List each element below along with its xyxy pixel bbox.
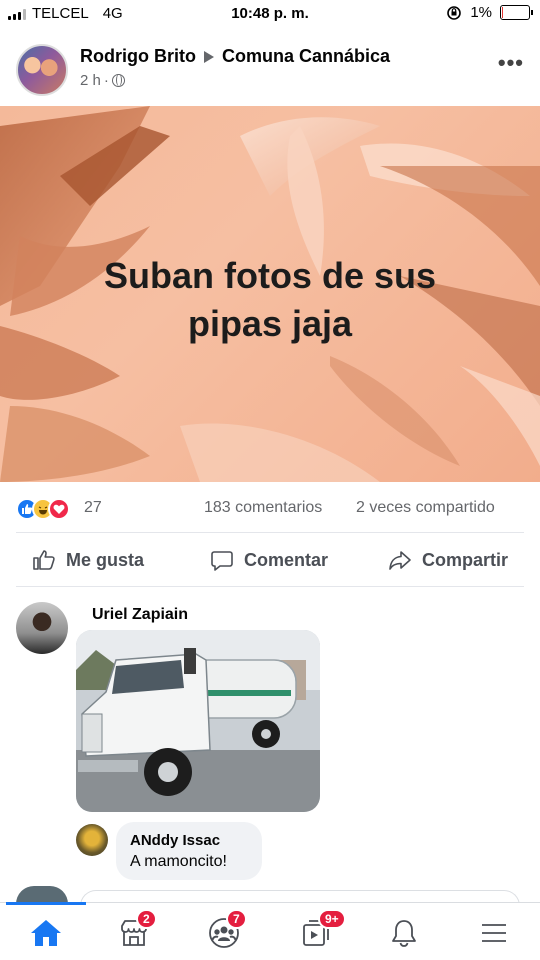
bottom-tab-bar: 2 7 9+ (0, 902, 540, 960)
reaction-icons[interactable] (16, 498, 70, 520)
marketplace-badge: 2 (136, 909, 157, 929)
reply-bubble[interactable]: ANddy Issac A mamoncito! (116, 822, 262, 880)
comment-photo[interactable] (76, 630, 320, 812)
post-time[interactable]: 2 h (80, 72, 101, 89)
battery-icon (500, 5, 533, 20)
divider (16, 532, 524, 533)
arrow-right-icon (203, 50, 214, 63)
reaction-count[interactable]: 27 (84, 499, 102, 517)
post-meta: 2 h · (80, 72, 125, 89)
orientation-lock-icon (447, 5, 462, 20)
comment-icon (211, 551, 233, 571)
post-actions: Me gusta Comentar Compartir (0, 540, 540, 584)
menu-icon (482, 924, 506, 942)
comment-author[interactable]: Uriel Zapiain (92, 606, 188, 624)
reply-author[interactable]: ANddy Issac (130, 832, 248, 849)
reactions-row: 27 183 comentarios 2 veces compartido (0, 490, 540, 530)
author-avatar[interactable] (16, 44, 68, 96)
comment-label: Comentar (244, 549, 329, 570)
status-right: 1% (446, 4, 533, 21)
status-bar: TELCEL 4G 10:48 p. m. 1% (0, 0, 540, 30)
author-name[interactable]: Rodrigo Brito (80, 46, 196, 67)
tab-watch[interactable]: 9+ (296, 909, 346, 953)
like-label: Me gusta (66, 549, 145, 570)
shares-count[interactable]: 2 veces compartido (356, 499, 495, 517)
active-tab-indicator (6, 902, 86, 905)
tab-groups[interactable]: 7 (204, 909, 247, 953)
divider (16, 586, 524, 587)
comment-button[interactable]: Comentar (210, 548, 328, 572)
comments-count[interactable]: 183 comentarios (204, 499, 322, 517)
tab-home[interactable] (26, 913, 66, 953)
commenter-avatar[interactable] (16, 602, 68, 654)
share-button[interactable]: Compartir (388, 548, 508, 572)
group-name[interactable]: Comuna Cannábica (222, 46, 390, 67)
love-reaction-icon (48, 498, 70, 520)
globe-icon (111, 74, 125, 87)
post-banner[interactable]: Suban fotos de sus pipas jaja (0, 106, 540, 482)
meta-separator: · (103, 72, 109, 89)
truck-photo (76, 630, 320, 812)
share-label: Compartir (422, 549, 509, 570)
banner-text: Suban fotos de sus pipas jaja (103, 255, 437, 344)
post-header: Rodrigo Brito Comuna Cannábica 2 h · ••• (0, 36, 540, 98)
watch-badge: 9+ (318, 909, 346, 929)
reply-avatar[interactable] (76, 824, 108, 856)
battery-percent: 1% (470, 4, 492, 21)
tab-marketplace[interactable]: 2 (114, 909, 157, 953)
groups-badge: 7 (226, 909, 247, 929)
tab-notifications[interactable] (384, 913, 424, 953)
home-icon (31, 920, 61, 946)
share-icon (389, 551, 411, 570)
tab-menu[interactable] (474, 913, 514, 953)
author-line: Rodrigo Brito Comuna Cannábica (80, 46, 390, 67)
bell-icon (392, 920, 416, 947)
like-icon (33, 550, 55, 570)
reply-text: A mamoncito! (130, 853, 227, 870)
like-button[interactable]: Me gusta (32, 548, 144, 572)
more-options-icon[interactable]: ••• (498, 50, 524, 76)
